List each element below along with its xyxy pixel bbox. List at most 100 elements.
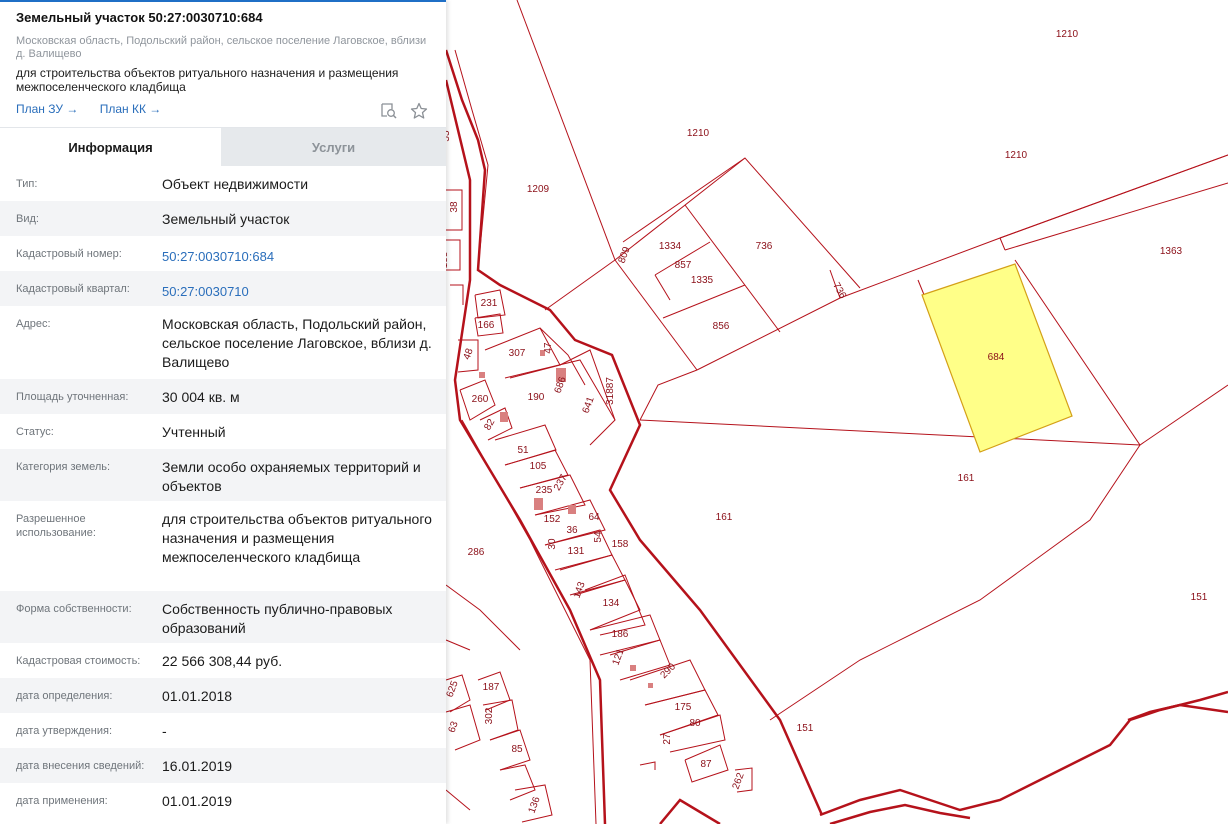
info-row-label: Тип:: [16, 178, 38, 190]
info-row-label: Вид:: [16, 213, 39, 225]
info-row-link[interactable]: 50:27:0030710: [162, 271, 432, 306]
info-row-value: Учтенный: [162, 424, 226, 440]
info-row-value: Объект недвижимости: [162, 176, 309, 192]
parcel-label: 1210: [1005, 150, 1028, 161]
parcel-label: 625: [445, 679, 461, 699]
parcel-label: 175: [675, 702, 692, 713]
parcel-label: 262: [731, 771, 747, 791]
parcel-label: 158: [612, 539, 629, 550]
parcel-label: 151: [797, 723, 814, 734]
parcel-label: 80: [689, 718, 701, 729]
panel-tabs: Информация Услуги: [0, 128, 446, 166]
parcel-label: 48: [462, 347, 476, 362]
parcel-label: 231: [481, 298, 498, 309]
parcel-label: 302: [484, 707, 495, 724]
parcel-label: 31887: [605, 377, 616, 405]
parcel-label: 684: [988, 352, 1005, 363]
info-row-value: 01.01.2019: [162, 793, 233, 809]
info-row-label: Статус:: [16, 426, 54, 438]
parcel-label: 161: [958, 473, 975, 484]
info-row: Категория земель: Земли особо охраняемых …: [0, 449, 446, 501]
parcel-title: Земельный участок 50:27:0030710:684: [16, 10, 263, 25]
info-row-link[interactable]: 50:27:0030710:684: [162, 236, 432, 271]
info-row-label: Кадастровый номер:: [16, 248, 122, 260]
parcel-label: 290: [658, 661, 678, 681]
parcel-label: 143: [572, 580, 588, 600]
info-row: Адрес: Московская область, Подольский рай…: [0, 306, 446, 379]
parcel-label: 64: [588, 512, 600, 523]
parcel-label: 1210: [687, 128, 710, 139]
parcel-purpose: для строительства объектов ритуального н…: [16, 66, 399, 94]
parcel-label: 27: [662, 733, 673, 745]
info-row: Форма собственности: Собственность публич…: [0, 591, 446, 643]
parcel-label: 260: [472, 394, 489, 405]
parcel-label: 134: [603, 598, 620, 609]
info-row-value: 22 566 308,44 руб.: [162, 653, 283, 669]
info-row-label: дата утверждения:: [16, 725, 113, 737]
tab-services[interactable]: Услуги: [221, 128, 446, 166]
plan-zu-link[interactable]: План ЗУ →: [16, 102, 78, 116]
parcel-label: 307: [509, 348, 526, 359]
parcel-label: 36: [566, 525, 578, 536]
info-row-value: Московская область, Подольский район, се…: [162, 316, 432, 370]
info-row: Площадь уточненная: 30 004 кв. м: [0, 379, 446, 414]
parcel-label: 54: [593, 531, 604, 543]
info-row-label: Форма собственности:: [16, 603, 132, 615]
info-row-label: Категория земель:: [16, 461, 111, 473]
parcel-label: 131: [568, 546, 585, 557]
info-row-label: дата применения:: [16, 795, 108, 807]
info-row-label: Адрес:: [16, 318, 51, 330]
parcel-label: 286: [468, 547, 485, 558]
parcel-label: 1209: [527, 184, 550, 195]
parcel-label: 161: [716, 512, 733, 523]
plan-links: План ЗУ → План КК →: [16, 102, 179, 116]
info-row-value: 16.01.2019: [162, 758, 233, 774]
parcel-label: 47: [543, 342, 554, 354]
info-row-value: Земли особо охраняемых территорий и объе…: [162, 459, 421, 494]
info-row-value: 30 004 кв. м: [162, 389, 240, 405]
parcel-label: 51: [517, 445, 529, 456]
parcel-label: 187: [483, 682, 500, 693]
info-row: Вид: Земельный участок: [0, 201, 446, 236]
parcel-label: 121: [611, 647, 627, 667]
info-row: Разрешенное использование: для строительс…: [0, 501, 446, 591]
info-row: дата внесения сведений: 16.01.2019: [0, 748, 446, 783]
info-row-label: Кадастровая стоимость:: [16, 655, 141, 667]
info-row-label: Кадастровый квартал:: [16, 283, 130, 295]
tab-information[interactable]: Информация: [0, 128, 221, 166]
info-row-label: Площадь уточненная:: [16, 391, 129, 403]
parcel-label: 186: [612, 629, 629, 640]
info-row: дата утверждения: -: [0, 713, 446, 748]
info-row: Тип: Объект недвижимости: [0, 166, 446, 201]
info-row-label: дата внесения сведений:: [16, 760, 145, 772]
info-row: Кадастровый номер: 50:27:0030710:684: [0, 236, 446, 271]
parcel-label: 1335: [691, 275, 714, 286]
star-icon[interactable]: [410, 102, 428, 120]
info-row: Статус: Учтенный: [0, 414, 446, 449]
parcel-label: 63: [447, 720, 461, 735]
info-table: Тип: Объект недвижимости Вид: Земельный уча…: [0, 166, 446, 818]
search-map-icon[interactable]: [380, 102, 398, 120]
parcel-label: 190: [528, 392, 545, 403]
parcel-address: Московская область, Подольский район, се…: [16, 35, 427, 60]
header-icons: [380, 102, 428, 120]
parcel-label: 1363: [1160, 246, 1183, 257]
info-row: Кадастровый квартал: 50:27:0030710: [0, 271, 446, 306]
info-row: дата определения: 01.01.2018: [0, 678, 446, 713]
parcel-label: 136: [527, 795, 543, 815]
info-row: дата применения: 01.01.2019: [0, 783, 446, 818]
plan-kk-link[interactable]: План КК →: [100, 102, 162, 116]
parcel-label: 857: [675, 260, 692, 271]
info-panel: Земельный участок 50:27:0030710:684 Моск…: [0, 0, 446, 824]
parcel-label: 1334: [659, 241, 682, 252]
parcel-label: 38: [449, 201, 460, 213]
info-row-value: Собственность публично-правовых образова…: [162, 601, 393, 636]
info-row-label: дата определения:: [16, 690, 113, 702]
parcel-label: 686: [553, 375, 569, 395]
parcel-label: 105: [530, 461, 547, 472]
panel-header: Земельный участок 50:27:0030710:684 Моск…: [0, 2, 446, 128]
parcel-label: 1210: [1056, 29, 1079, 40]
parcel-label: 736: [830, 281, 848, 301]
parcel-label: 235: [536, 485, 553, 496]
parcel-label: 856: [713, 321, 730, 332]
